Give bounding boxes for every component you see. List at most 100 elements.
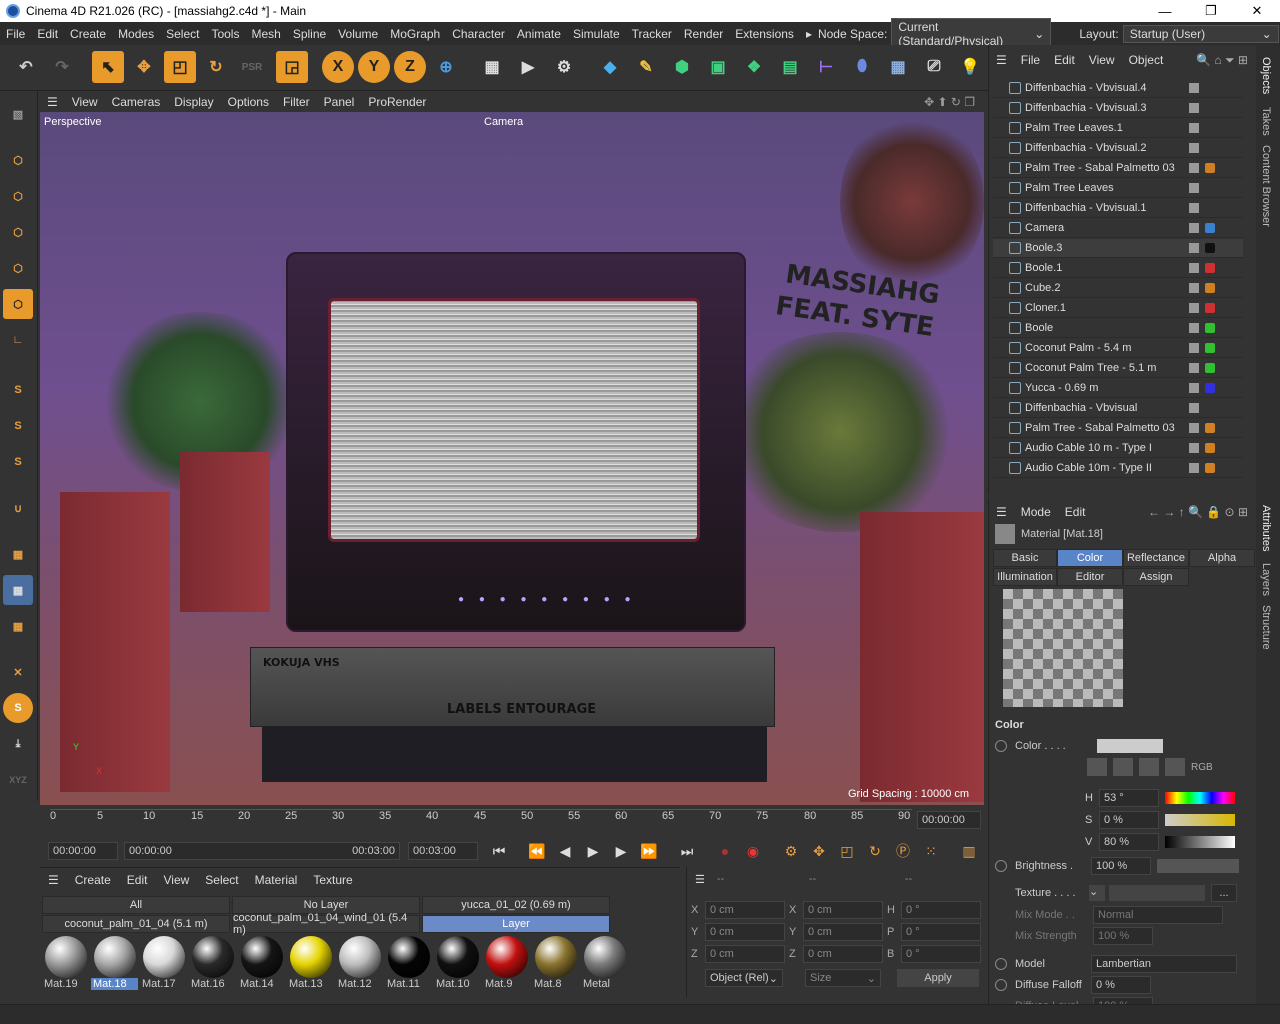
- material-swatch[interactable]: Metal: [581, 935, 628, 993]
- side-tab-takes[interactable]: Takes: [1260, 107, 1272, 136]
- frame-ruler[interactable]: 0 5 10 15 20 25 30 35 40 45 50 55 60 65 …: [50, 809, 912, 831]
- menu-render[interactable]: Render: [678, 27, 729, 41]
- go-to-end-icon[interactable]: ⏭: [676, 840, 698, 862]
- object-row[interactable]: Diffenbachia - Vbvisual.4: [993, 79, 1243, 98]
- object-tag-icon[interactable]: [1205, 363, 1215, 373]
- object-row[interactable]: Boole.1: [993, 259, 1243, 278]
- visibility-toggle-icon[interactable]: [1189, 423, 1199, 433]
- visibility-toggle-icon[interactable]: [1189, 243, 1199, 253]
- color-wheel-icon[interactable]: [1113, 758, 1133, 776]
- menu-create[interactable]: Create: [64, 27, 112, 41]
- pen-icon[interactable]: ✎: [630, 51, 662, 83]
- color-swatch[interactable]: [1097, 739, 1163, 753]
- coord-value-field[interactable]: 0 cm: [705, 945, 785, 963]
- locked-workplane-icon[interactable]: ▦: [3, 575, 33, 605]
- apply-button[interactable]: Apply: [897, 969, 979, 987]
- texture-field[interactable]: [1109, 885, 1205, 901]
- keyframe-selection-icon[interactable]: ⚙: [780, 840, 802, 862]
- hamburger-icon[interactable]: ☰: [989, 505, 1014, 519]
- object-row[interactable]: Cloner.1: [993, 299, 1243, 318]
- object-row[interactable]: Palm Tree - Sabal Palmetto 03: [993, 419, 1243, 438]
- visibility-toggle-icon[interactable]: [1189, 363, 1199, 373]
- next-key-icon[interactable]: ⏩: [638, 840, 660, 862]
- light-icon[interactable]: 💡: [954, 51, 986, 83]
- object-menu-object[interactable]: Object: [1122, 53, 1171, 67]
- brightness-slider[interactable]: [1157, 859, 1239, 873]
- coord-value-field[interactable]: 0 °: [901, 945, 981, 963]
- deformer-icon[interactable]: ⊢: [810, 51, 842, 83]
- make-editable-icon[interactable]: ▧: [3, 99, 33, 129]
- attribute-menu-mode[interactable]: Mode: [1014, 505, 1058, 519]
- object-menu-view[interactable]: View: [1082, 53, 1122, 67]
- viewport-menu-options[interactable]: Options: [221, 95, 276, 109]
- side-tab-structure[interactable]: Structure: [1260, 605, 1272, 650]
- viewport-menu-filter[interactable]: Filter: [276, 95, 317, 109]
- coord-value-field[interactable]: 0 °: [901, 901, 981, 919]
- visibility-toggle-icon[interactable]: [1189, 163, 1199, 173]
- menu-spline[interactable]: Spline: [287, 27, 332, 41]
- x-axis-icon[interactable]: X: [322, 51, 354, 83]
- value-slider[interactable]: [1165, 836, 1235, 848]
- object-row[interactable]: Coconut Palm Tree - 5.1 m: [993, 359, 1243, 378]
- material-swatch[interactable]: Mat.19: [42, 935, 89, 993]
- extrude-icon[interactable]: ▣: [702, 51, 734, 83]
- menu-file[interactable]: File: [0, 27, 31, 41]
- hamburger-icon[interactable]: ☰: [40, 95, 65, 109]
- texture-mode-icon[interactable]: ⬡: [3, 181, 33, 211]
- workplane-icon[interactable]: ▦: [3, 539, 33, 569]
- tab-editor[interactable]: Editor: [1057, 568, 1123, 586]
- object-row[interactable]: Camera: [993, 219, 1243, 238]
- material-swatch[interactable]: Mat.13: [287, 935, 334, 993]
- minimize-button[interactable]: —: [1142, 4, 1188, 19]
- side-tab-content-browser[interactable]: Content Browser: [1260, 145, 1272, 227]
- model-mode-icon[interactable]: ⬡: [3, 145, 33, 175]
- render-view-icon[interactable]: ▦: [476, 51, 508, 83]
- object-row[interactable]: Boole.3: [993, 239, 1243, 258]
- menu-animate[interactable]: Animate: [511, 27, 567, 41]
- visibility-toggle-icon[interactable]: [1189, 123, 1199, 133]
- brightness-field[interactable]: 100 %: [1091, 857, 1151, 875]
- render-to-picture-viewer-icon[interactable]: ▶: [512, 51, 544, 83]
- layer-tab-coconut[interactable]: coconut_palm_01_04 (5.1 m): [42, 915, 230, 933]
- material-swatch[interactable]: Mat.17: [140, 935, 187, 993]
- mixstrength-field[interactable]: 100 %: [1093, 927, 1153, 945]
- rotate-icon[interactable]: ↻: [200, 51, 232, 83]
- object-search-icons[interactable]: 🔍 ⌂ ⏷ ⊞: [1196, 53, 1256, 68]
- visibility-toggle-icon[interactable]: [1189, 283, 1199, 293]
- texture-dropdown-icon[interactable]: ⌄: [1089, 885, 1105, 901]
- tab-color[interactable]: Color: [1057, 549, 1123, 567]
- menu-volume[interactable]: Volume: [332, 27, 384, 41]
- spectrum-icon[interactable]: [1139, 758, 1159, 776]
- model-select[interactable]: Lambertian: [1091, 955, 1237, 973]
- menu-simulate[interactable]: Simulate: [567, 27, 626, 41]
- current-frame-field[interactable]: 00:00:00: [917, 811, 981, 829]
- position-key-icon[interactable]: ✥: [808, 840, 830, 862]
- coord-value-field[interactable]: 0 cm: [803, 923, 883, 941]
- radio-icon[interactable]: [995, 860, 1007, 872]
- object-tag-icon[interactable]: [1205, 463, 1215, 473]
- coord-value-field[interactable]: 0 °: [901, 923, 981, 941]
- material-menu-material[interactable]: Material: [247, 873, 306, 887]
- material-swatch[interactable]: Mat.8: [532, 935, 579, 993]
- menu-select[interactable]: Select: [160, 27, 205, 41]
- material-preview[interactable]: [1003, 589, 1123, 707]
- move-icon[interactable]: ✥: [128, 51, 160, 83]
- redo-icon[interactable]: ↷: [46, 51, 78, 83]
- timeline-icon[interactable]: ▥: [958, 840, 980, 862]
- object-row[interactable]: Yucca - 0.69 m: [993, 379, 1243, 398]
- rotation-key-icon[interactable]: ↻: [864, 840, 886, 862]
- image-icon[interactable]: [1165, 758, 1185, 776]
- viewport-menu-panel[interactable]: Panel: [317, 95, 362, 109]
- side-tab-objects[interactable]: Objects: [1260, 57, 1272, 94]
- mograph-fracture-icon[interactable]: ▤: [774, 51, 806, 83]
- object-menu-edit[interactable]: Edit: [1047, 53, 1082, 67]
- viewport-nav-icons[interactable]: ✥ ⬆ ↻ ❐: [924, 95, 985, 109]
- drop-to-floor-icon[interactable]: ⤓: [3, 729, 33, 759]
- material-swatch[interactable]: Mat.14: [238, 935, 285, 993]
- menu-mograph[interactable]: MoGraph: [384, 27, 446, 41]
- object-row[interactable]: Palm Tree - Sabal Palmetto 03: [993, 159, 1243, 178]
- object-tag-icon[interactable]: [1205, 163, 1215, 173]
- tab-assign[interactable]: Assign: [1123, 568, 1189, 586]
- tab-alpha[interactable]: Alpha: [1189, 549, 1255, 567]
- visibility-toggle-icon[interactable]: [1189, 323, 1199, 333]
